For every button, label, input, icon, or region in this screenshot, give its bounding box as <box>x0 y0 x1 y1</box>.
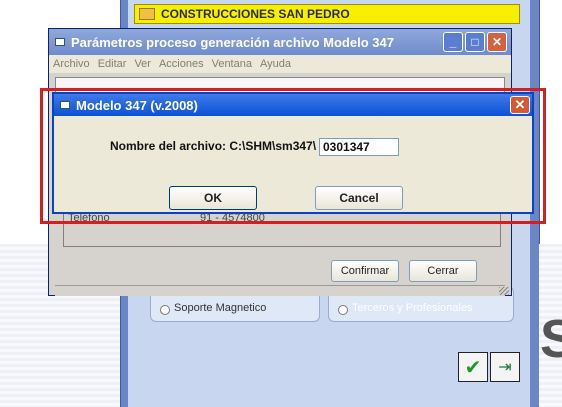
param-window-controls: _ □ ✕ <box>443 32 507 52</box>
radio-soporte[interactable] <box>160 305 170 315</box>
status-bar <box>55 285 505 296</box>
menu-ayuda[interactable]: Ayuda <box>260 58 291 70</box>
menu-ventana[interactable]: Ventana <box>212 58 252 70</box>
folder-icon <box>139 8 155 20</box>
close-window-button[interactable]: Cerrar <box>409 260 477 282</box>
radio-terceros-label: Terceros y Profesionales <box>352 302 473 314</box>
company-name: CONSTRUCCIONES SAN PEDRO <box>161 7 350 21</box>
cancel-button[interactable]: Cancel <box>315 186 403 210</box>
resize-grip[interactable] <box>499 287 509 295</box>
radio-terceros[interactable] <box>338 305 348 315</box>
window-icon <box>55 38 65 46</box>
company-bar: CONSTRUCCIONES SAN PEDRO <box>134 4 520 24</box>
logo-letter: S <box>540 309 562 369</box>
menu-ver[interactable]: Ver <box>134 58 151 70</box>
modal-title: Modelo 347 (v.2008) <box>76 97 198 113</box>
exit-icon[interactable]: ⇥ <box>490 352 520 382</box>
toolbar-strip <box>55 77 505 93</box>
param-window-title: Parámetros proceso generación archivo Mo… <box>71 34 394 50</box>
close-button[interactable]: ✕ <box>487 32 507 52</box>
modal-close-button[interactable]: ✕ <box>510 96 530 114</box>
filename-label: Nombre del archivo: C:\SHM\sm347\ <box>110 139 317 153</box>
minimize-button[interactable]: _ <box>443 32 463 52</box>
maximize-button[interactable]: □ <box>465 32 485 52</box>
param-window-titlebar: Parámetros proceso generación archivo Mo… <box>49 29 511 55</box>
filename-input[interactable] <box>319 138 399 156</box>
menu-bar: Archivo Editar Ver Acciones Ventana Ayud… <box>49 55 511 73</box>
radio-soporte-label: Soporte Magnetico <box>174 302 267 314</box>
data-table: Teléfono 91 - 4574800 <box>63 209 501 247</box>
menu-archivo[interactable]: Archivo <box>53 58 90 70</box>
modal-dialog: Modelo 347 (v.2008) ✕ Nombre del archivo… <box>52 92 534 214</box>
confirm-button[interactable]: Confirmar <box>331 260 399 282</box>
ok-button[interactable]: OK <box>169 186 257 210</box>
check-icon[interactable]: ✔ <box>458 352 488 382</box>
window-icon <box>60 101 70 109</box>
modal-titlebar: Modelo 347 (v.2008) <box>54 94 532 116</box>
menu-acciones[interactable]: Acciones <box>159 58 204 70</box>
menu-editar[interactable]: Editar <box>98 58 127 70</box>
